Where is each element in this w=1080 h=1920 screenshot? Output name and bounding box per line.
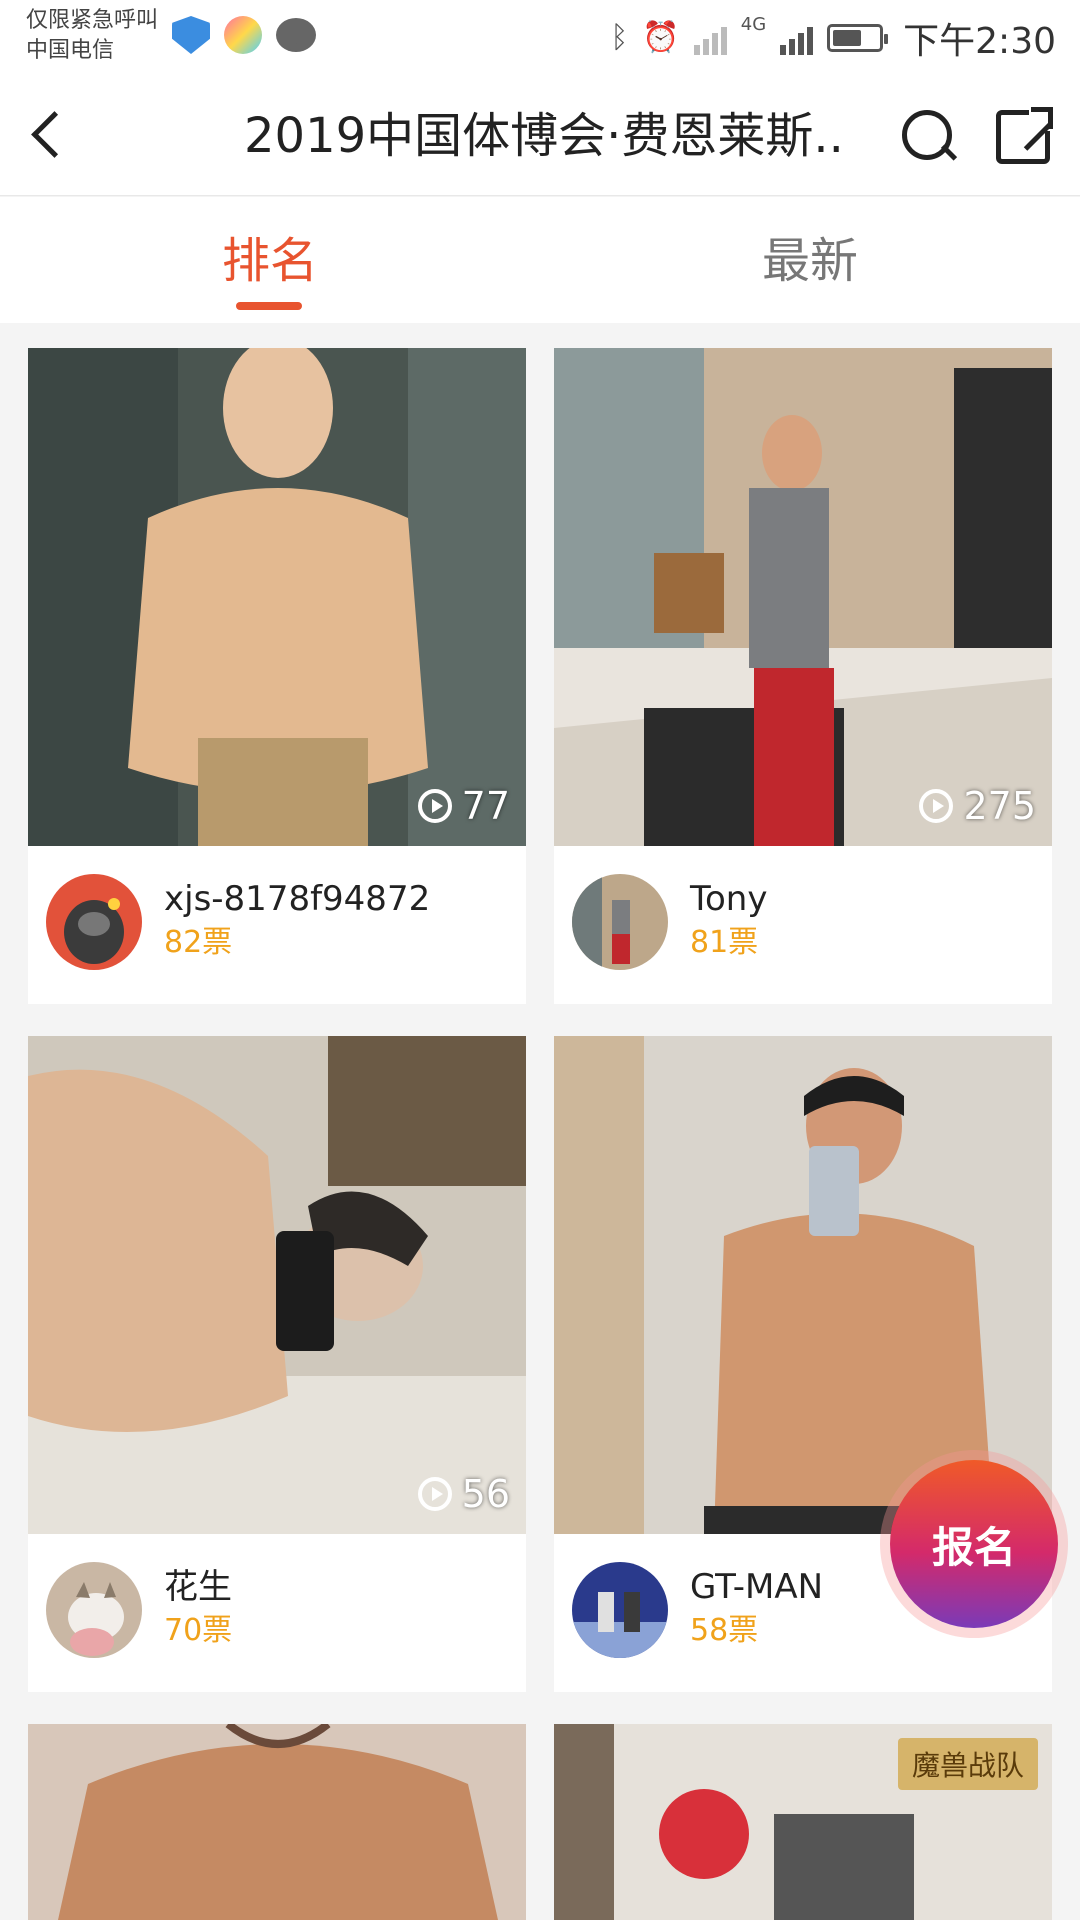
view-count-value: 77	[461, 784, 510, 828]
vote-count: 81票	[690, 925, 759, 960]
username[interactable]: Tony	[690, 878, 767, 920]
alarm-icon: ⏰	[642, 20, 680, 55]
vote-count: 70票	[164, 1613, 233, 1648]
vote-count: 82票	[164, 925, 233, 960]
back-icon[interactable]	[20, 106, 80, 166]
entry-card[interactable]: 魔兽战队	[554, 1724, 1052, 1920]
signal-strength-icon	[780, 21, 814, 55]
bluetooth-icon: ᛒ	[610, 20, 629, 55]
avatar-image	[46, 1562, 142, 1658]
page-title: 2019中国体博会·费恩莱斯...	[244, 108, 844, 164]
avatar-image	[46, 874, 142, 970]
entry-card[interactable]	[28, 1724, 526, 1920]
avatar-image	[572, 1562, 668, 1658]
tab-ranking[interactable]: 排名	[222, 233, 318, 289]
entry-card[interactable]: 275 Tony 81票	[554, 348, 1052, 1004]
entry-info: Tony 81票	[554, 846, 1052, 1004]
status-bar: 仅限紧急呼叫 中国电信 ᛒ ⏰ 4G 下午2:30	[0, 0, 1080, 76]
video-thumbnail[interactable]	[28, 1724, 526, 1920]
video-thumbnail[interactable]: 魔兽战队	[554, 1724, 1052, 1920]
chat-app-icon	[276, 18, 316, 52]
view-count-value: 275	[963, 784, 1036, 828]
system-status: ᛒ ⏰ 4G 下午2:30	[610, 12, 1056, 64]
entry-card[interactable]: 56 花生 70票	[28, 1036, 526, 1692]
video-thumbnail[interactable]: 275	[554, 348, 1052, 846]
clock: 下午2:30	[903, 21, 1056, 62]
play-icon	[417, 1477, 452, 1511]
view-count-value: 56	[461, 1472, 510, 1516]
notification-icons	[172, 16, 316, 54]
username[interactable]: xjs-8178f94872	[164, 878, 430, 920]
vote-count: 58票	[690, 1613, 759, 1648]
avatar[interactable]	[46, 874, 142, 970]
play-icon	[417, 789, 452, 823]
avatar-image	[572, 874, 668, 970]
entry-card[interactable]: 77 xjs-8178f94872 82票	[28, 348, 526, 1004]
video-app-icon	[224, 16, 262, 54]
team-badge: 魔兽战队	[897, 1738, 1038, 1790]
entries-grid: 77 xjs-8178f94872 82票 275 Tony 81票 56 花生…	[0, 324, 1080, 1920]
view-count: 275	[919, 784, 1036, 828]
avatar[interactable]	[572, 874, 668, 970]
network-type-label: 4G	[740, 14, 767, 35]
play-icon	[919, 789, 954, 823]
video-thumbnail[interactable]: 77	[28, 348, 526, 846]
carrier-info: 仅限紧急呼叫 中国电信	[26, 6, 158, 66]
avatar[interactable]	[572, 1562, 668, 1658]
thumbnail-image	[28, 348, 526, 846]
title-bar: 2019中国体博会·费恩莱斯...	[0, 76, 1080, 196]
view-count: 56	[417, 1472, 510, 1516]
entry-info: 花生 70票	[28, 1534, 526, 1692]
battery-icon	[827, 24, 889, 52]
thumbnail-image	[28, 1724, 526, 1920]
entry-info: xjs-8178f94872 82票	[28, 846, 526, 1004]
username[interactable]: GT-MAN	[690, 1566, 823, 1608]
tab-bar: 排名 最新	[0, 197, 1080, 323]
signup-button[interactable]: 报名	[890, 1460, 1058, 1628]
avatar[interactable]	[46, 1562, 142, 1658]
tab-latest[interactable]: 最新	[762, 233, 858, 289]
search-icon[interactable]	[896, 104, 960, 168]
share-icon[interactable]	[996, 107, 1053, 164]
view-count: 77	[417, 784, 510, 828]
signal-weak-icon	[693, 21, 727, 55]
carrier-line-2: 中国电信	[26, 38, 115, 63]
shield-app-icon	[172, 16, 210, 54]
video-thumbnail[interactable]: 56	[28, 1036, 526, 1534]
active-tab-indicator	[236, 302, 302, 310]
thumbnail-image	[554, 348, 1052, 846]
username[interactable]: 花生	[164, 1566, 232, 1608]
thumbnail-image	[28, 1036, 526, 1534]
carrier-line-1: 仅限紧急呼叫	[26, 8, 159, 33]
